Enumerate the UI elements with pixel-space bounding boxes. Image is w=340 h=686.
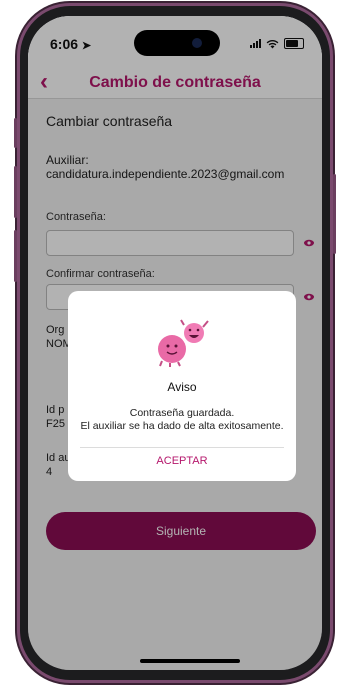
side-button-volume-down (14, 230, 17, 282)
home-indicator[interactable] (140, 659, 240, 663)
alert-dialog: Aviso Contraseña guardada. El auxiliar s… (68, 291, 296, 481)
side-button-mute (14, 118, 17, 148)
side-button-power (333, 174, 336, 254)
side-button-volume-up (14, 166, 17, 218)
dialog-title: Aviso (167, 380, 197, 394)
accept-button[interactable]: ACEPTAR (68, 455, 296, 467)
screen: 6:06 ➤ ‹ Cambio de contraseña Cambiar co… (28, 16, 322, 670)
phone-frame: 6:06 ➤ ‹ Cambio de contraseña Cambiar co… (14, 6, 336, 680)
dialog-message-line2: El auxiliar se ha dado de alta exitosame… (80, 420, 284, 432)
dialog-message-line1: Contraseña guardada. (129, 407, 235, 419)
dialog-divider (80, 447, 284, 448)
mascot-illustration (158, 319, 209, 367)
